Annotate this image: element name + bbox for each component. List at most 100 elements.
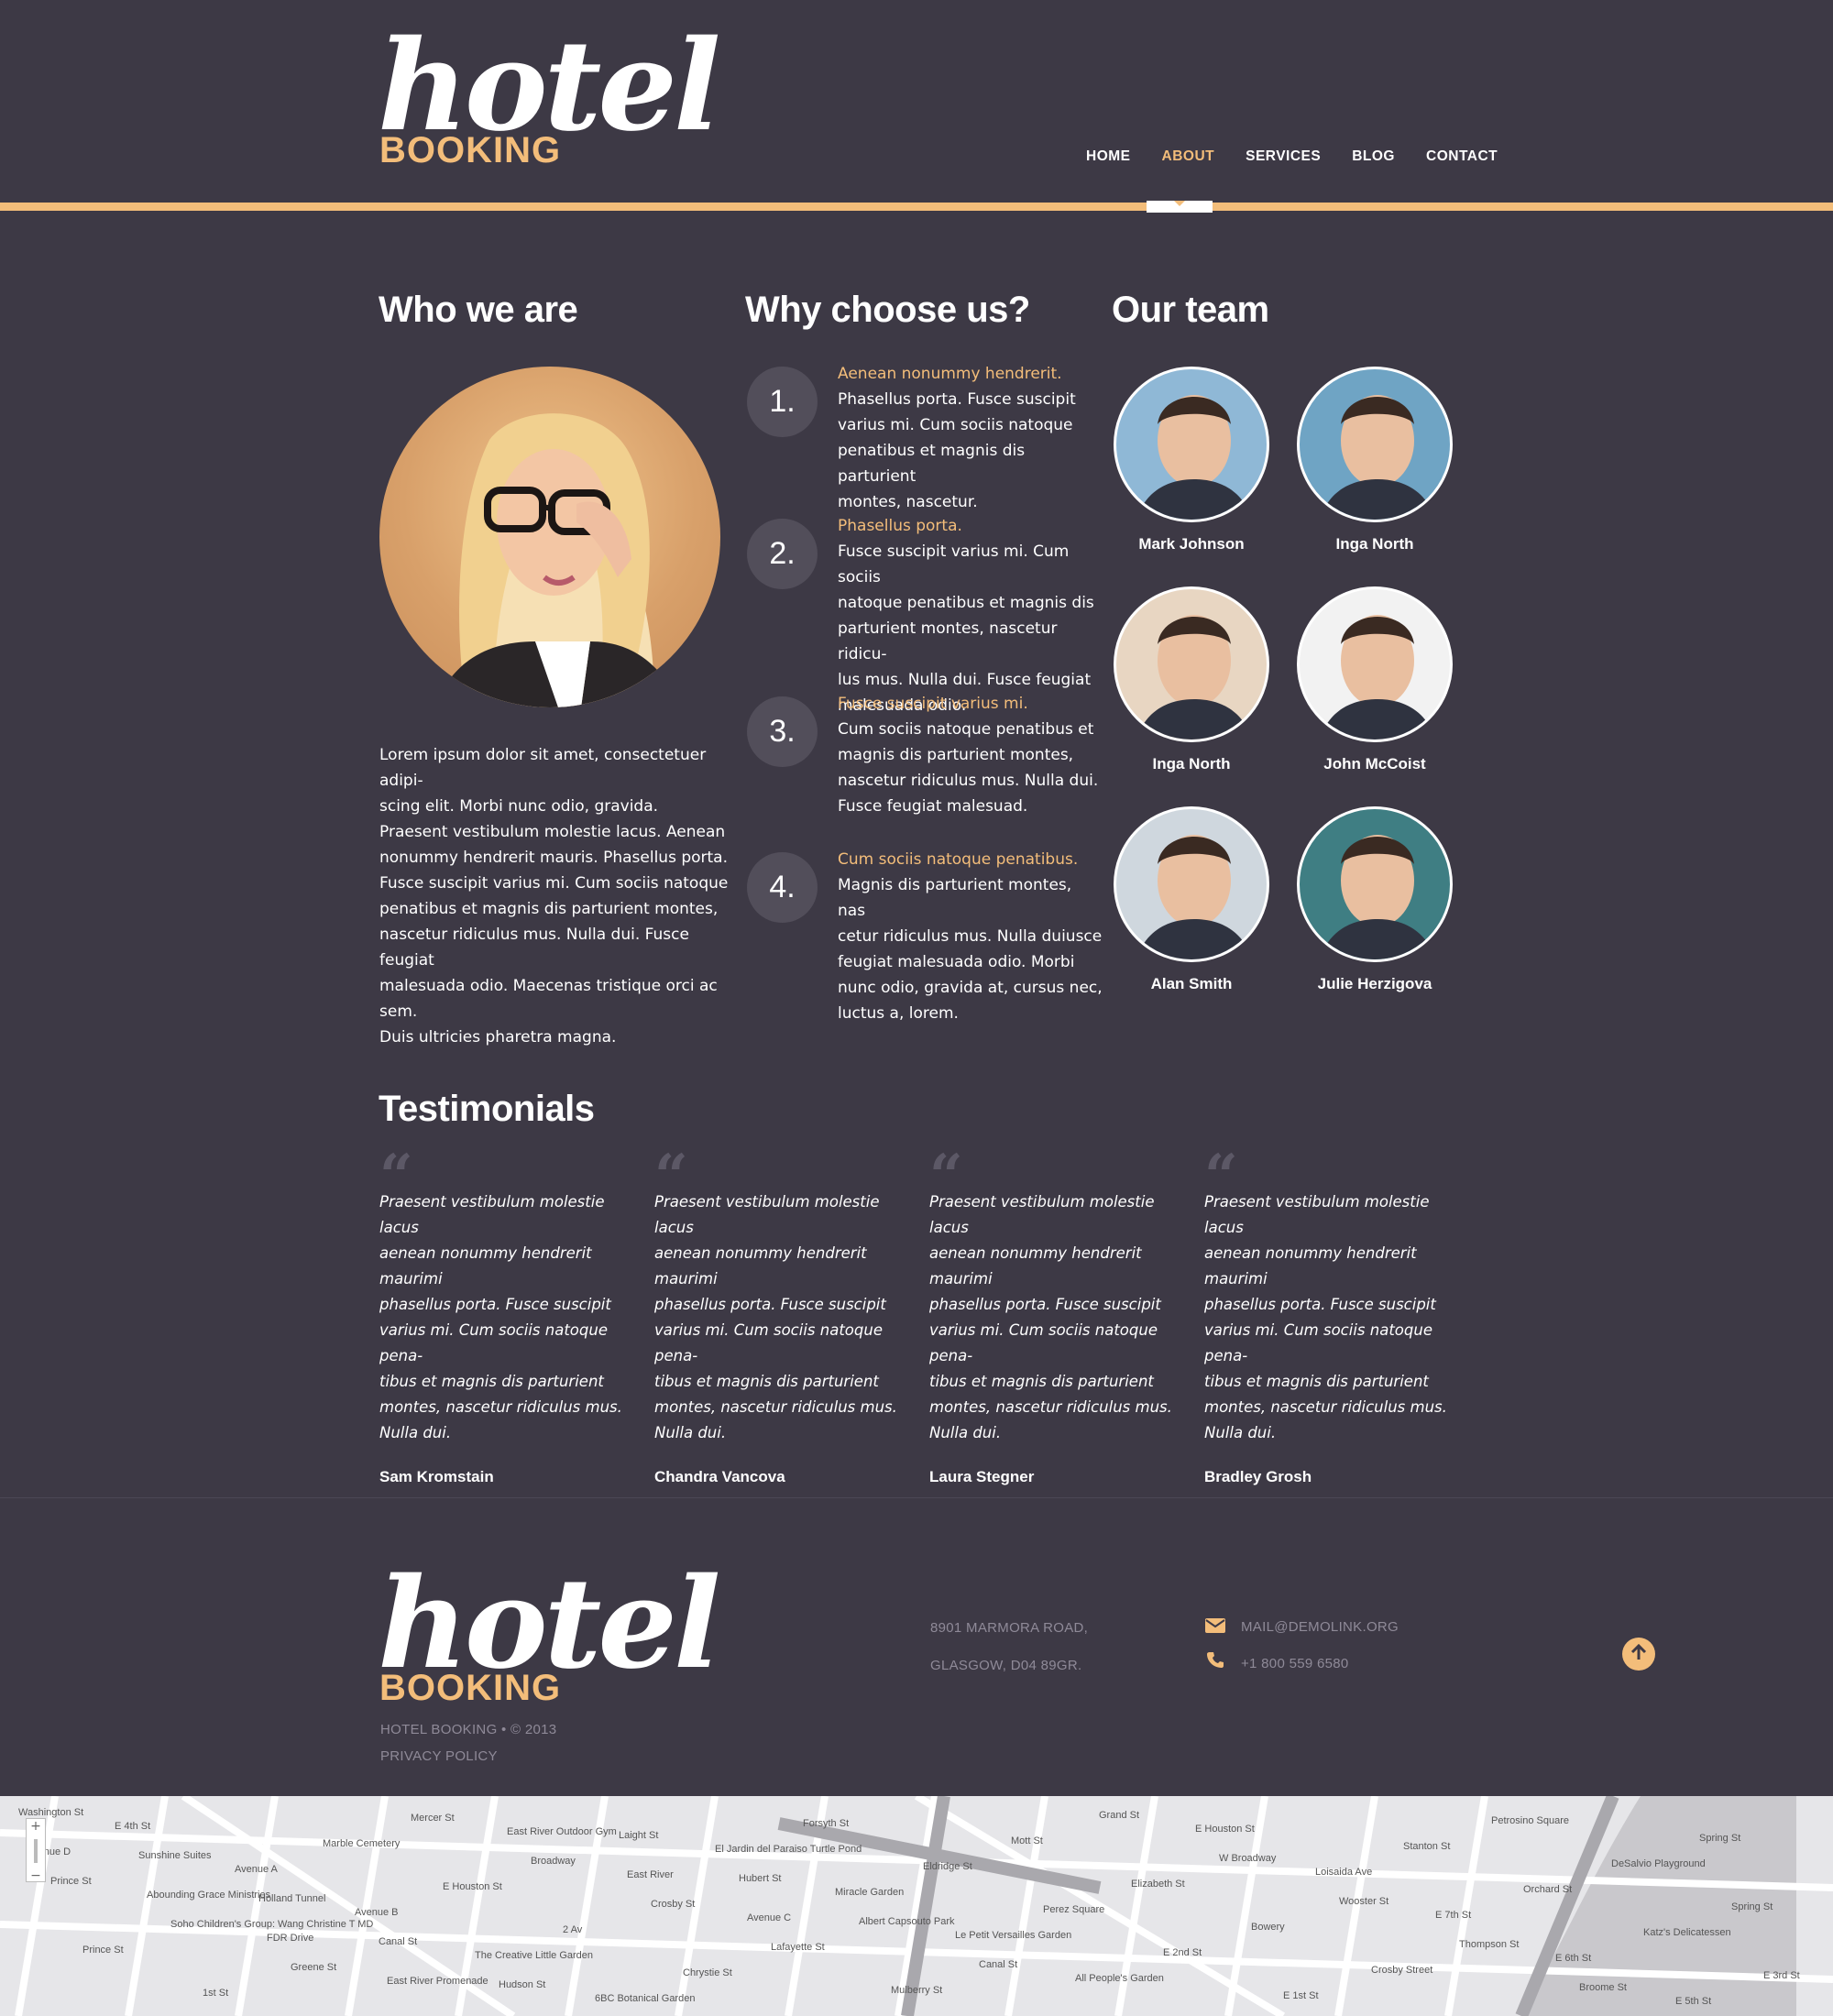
testimonial-card: “Praesent vestibulum molestie lacus aene… xyxy=(929,1147,1181,1486)
testimonial-card: “Praesent vestibulum molestie lacus aene… xyxy=(379,1147,631,1486)
privacy-policy-link[interactable]: PRIVACY POLICY xyxy=(380,1748,498,1764)
map-label: Laight St xyxy=(619,1830,659,1841)
team-member-name: Julie Herzigova xyxy=(1317,975,1432,992)
map-label: DeSalvio Playground xyxy=(1611,1858,1706,1869)
why-choose-us-title: Why choose us? xyxy=(745,290,1030,330)
map-label: Broadway xyxy=(531,1856,576,1867)
envelope-icon xyxy=(1205,1618,1225,1637)
map-label: Mott St xyxy=(1011,1835,1043,1846)
map-label: Petrosino Square xyxy=(1491,1815,1569,1826)
nav-blog[interactable]: BLOG xyxy=(1352,148,1395,165)
map-label: Katz's Delicatessen xyxy=(1643,1927,1731,1938)
active-nav-marker xyxy=(1147,201,1213,213)
step-text-3: Cum sociis natoque penatibus et magnis d… xyxy=(838,720,1099,816)
step-title-1: Aenean nonummy hendrerit. xyxy=(838,365,1062,383)
back-to-top-button[interactable] xyxy=(1622,1638,1655,1671)
testimonial-card: “Praesent vestibulum molestie lacus aene… xyxy=(1204,1147,1456,1486)
step-title-4: Cum sociis natoque penatibus. xyxy=(838,850,1079,869)
map-label: Perez Square xyxy=(1043,1904,1105,1915)
testimonials-title: Testimonials xyxy=(379,1089,595,1129)
testimonial-text: Praesent vestibulum molestie lacus aenea… xyxy=(379,1193,622,1441)
map-label: Prince St xyxy=(50,1876,92,1887)
map-label: All People's Garden xyxy=(1075,1973,1164,1984)
map-label: El Jardin del Paraiso Turtle Pond xyxy=(715,1844,862,1855)
zoom-out-icon[interactable]: − xyxy=(27,1868,45,1883)
map-label: Le Petit Versailles Garden xyxy=(955,1930,1072,1941)
map-label: 1st St xyxy=(203,1988,229,1999)
team-member-card[interactable]: Julie Herzigova xyxy=(1283,806,1466,993)
header-accent-rule xyxy=(0,203,1833,211)
map-label: E 4th St xyxy=(115,1821,151,1832)
who-we-are-intro: Lorem ipsum dolor sit amet, consectetuer… xyxy=(379,746,707,816)
map-label: E Houston St xyxy=(1195,1824,1255,1835)
map-label: 2 Av xyxy=(563,1924,583,1935)
map-label: E 3rd St xyxy=(1763,1970,1800,1981)
zoom-slider-icon[interactable] xyxy=(34,1839,38,1863)
testimonial-text: Praesent vestibulum molestie lacus aenea… xyxy=(654,1193,897,1441)
quote-icon: “ xyxy=(929,1142,963,1211)
team-member-card[interactable]: Mark Johnson xyxy=(1100,367,1283,553)
team-member-avatar xyxy=(1114,806,1269,962)
team-member-card[interactable]: Inga North xyxy=(1100,586,1283,773)
step-number-1: 1. xyxy=(747,367,818,437)
map-label: Miracle Garden xyxy=(835,1887,905,1898)
location-map[interactable]: Washington St Sunshine Suites Holland Tunn… xyxy=(0,1796,1833,2016)
map-label: Washington St xyxy=(18,1807,84,1818)
map-label: E Houston St xyxy=(443,1881,502,1892)
team-member-avatar xyxy=(1297,806,1453,962)
map-label: Avenue C xyxy=(747,1912,792,1923)
who-we-are-photo xyxy=(379,367,720,707)
map-label: Soho Children's Group: Wang Christine T … xyxy=(170,1919,374,1930)
step-number-3: 3. xyxy=(747,696,818,767)
step-text-4: Magnis dis parturient montes, nas cetur … xyxy=(838,876,1103,1023)
step-number-2: 2. xyxy=(747,519,818,589)
map-label: Albert Capsouto Park xyxy=(859,1916,955,1927)
main-nav: HOME ABOUT SERVICES BLOG CONTACT xyxy=(1086,148,1498,165)
map-label: Loisaida Ave xyxy=(1315,1867,1373,1878)
map-label: W Broadway xyxy=(1219,1853,1277,1864)
map-label: Hubert St xyxy=(739,1873,782,1884)
team-member-name: Inga North xyxy=(1335,535,1414,553)
team-member-name: Inga North xyxy=(1152,755,1231,772)
step-title-2: Phasellus porta. xyxy=(838,517,962,535)
map-label: Prince St xyxy=(82,1945,124,1956)
testimonial-card: “Praesent vestibulum molestie lacus aene… xyxy=(654,1147,906,1486)
step-number-4: 4. xyxy=(747,852,818,923)
nav-home[interactable]: HOME xyxy=(1086,148,1131,165)
nav-about[interactable]: ABOUT xyxy=(1162,148,1215,165)
team-member-avatar xyxy=(1297,367,1453,522)
email-link[interactable]: MAIL@DEMOLINK.ORG xyxy=(1241,1619,1399,1635)
map-label: Lafayette St xyxy=(771,1942,825,1953)
testimonial-author: Laura Stegner xyxy=(929,1468,1035,1485)
zoom-in-icon[interactable]: + xyxy=(27,1819,45,1834)
map-label: Bowery xyxy=(1251,1922,1285,1933)
map-zoom-control[interactable]: + − xyxy=(26,1818,46,1883)
map-label: E 7th St xyxy=(1435,1910,1472,1921)
map-label: Stanton St xyxy=(1403,1841,1451,1852)
team-member-card[interactable]: John McCoist xyxy=(1283,586,1466,773)
footer-logo[interactable]: hotel BOOKING xyxy=(378,1561,721,1708)
nav-services[interactable]: SERVICES xyxy=(1246,148,1321,165)
step-text-1: Phasellus porta. Fusce suscipit varius m… xyxy=(838,390,1076,511)
team-member-card[interactable]: Alan Smith xyxy=(1100,806,1283,993)
map-label: Elizabeth St xyxy=(1131,1879,1185,1890)
address-line-2: GLASGOW, D04 89GR. xyxy=(930,1658,1082,1673)
map-label: Thompson St xyxy=(1459,1939,1520,1950)
phone-link[interactable]: +1 800 559 6580 xyxy=(1241,1656,1349,1671)
our-team-title: Our team xyxy=(1112,290,1269,330)
testimonial-author: Chandra Vancova xyxy=(654,1468,785,1485)
team-member-card[interactable]: Inga North xyxy=(1283,367,1466,553)
nav-contact[interactable]: CONTACT xyxy=(1426,148,1498,165)
map-label: East River Outdoor Gym xyxy=(507,1826,617,1837)
testimonial-author: Sam Kromstain xyxy=(379,1468,494,1485)
map-label: Broome St xyxy=(1579,1982,1627,1993)
map-label: Marble Cemetery xyxy=(323,1838,401,1849)
map-label: Sunshine Suites xyxy=(138,1850,212,1861)
who-we-are-title: Who we are xyxy=(379,290,578,330)
map-label: East River xyxy=(627,1869,674,1880)
map-label: Greene St xyxy=(291,1962,337,1973)
site-logo[interactable]: hotel BOOKING xyxy=(378,24,721,170)
map-label: E 2nd St xyxy=(1163,1947,1202,1958)
map-label: Wooster St xyxy=(1339,1896,1389,1907)
map-label: Mulberry St xyxy=(891,1985,943,1996)
